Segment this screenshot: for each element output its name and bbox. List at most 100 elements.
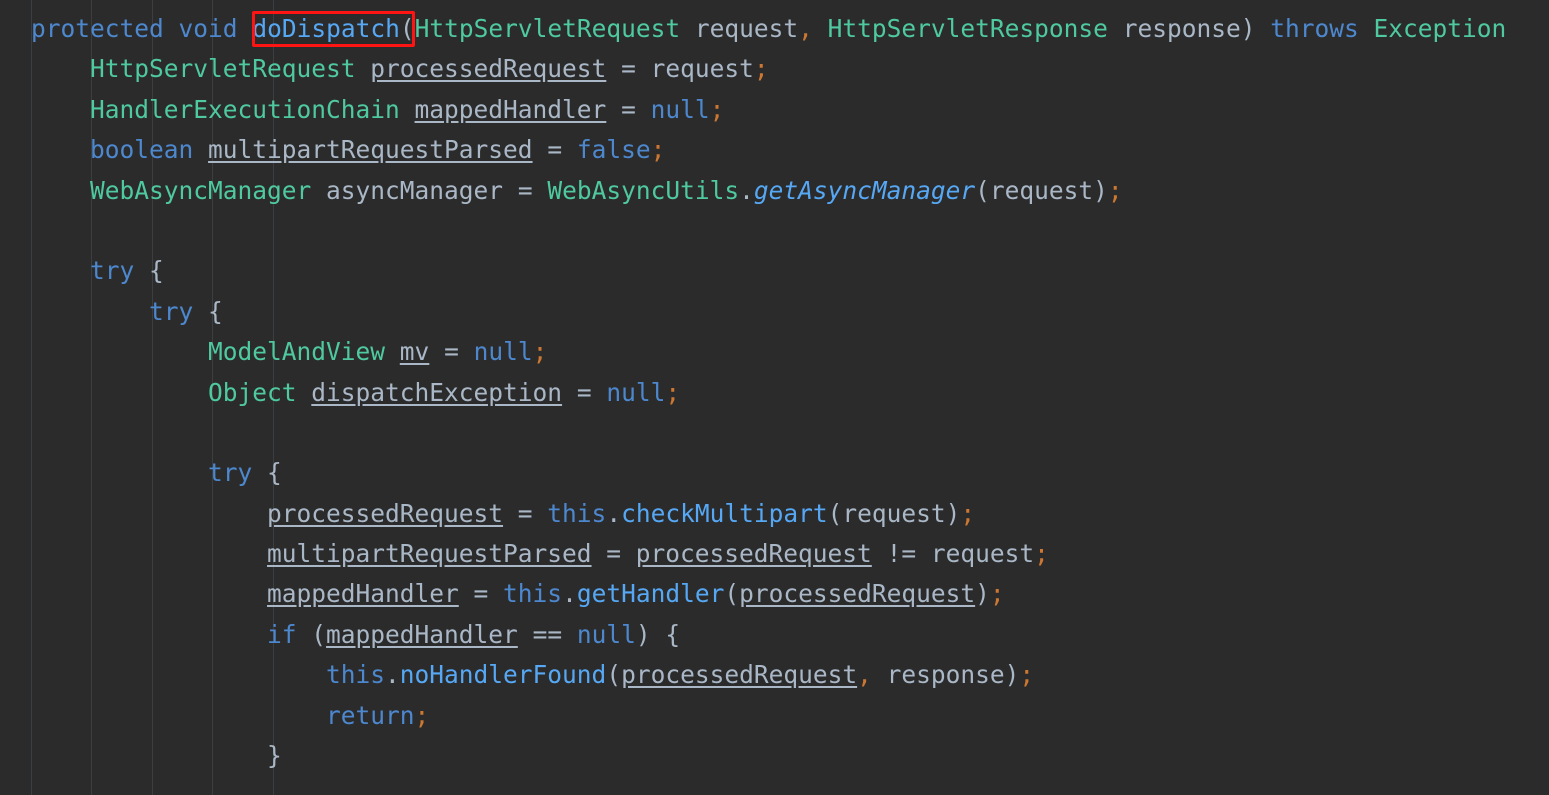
code-token: ModelAndView <box>208 337 386 367</box>
code-token: try <box>208 458 253 488</box>
code-token: ( <box>399 14 415 43</box>
code-line[interactable]: return; <box>31 696 1549 736</box>
code-text-area[interactable]: protected void doDispatch(HttpServletReq… <box>0 0 1549 776</box>
code-token: try <box>149 296 194 326</box>
code-line[interactable]: boolean multipartRequestParsed = false; <box>31 130 1549 170</box>
code-line[interactable]: mappedHandler = this.getHandler(processe… <box>31 574 1549 614</box>
code-line[interactable] <box>31 413 1549 453</box>
code-token: try <box>90 256 135 286</box>
code-token: { <box>665 619 681 649</box>
code-token: getHandler <box>576 579 725 609</box>
code-token: request <box>989 175 1094 205</box>
code-token: . <box>606 498 622 528</box>
code-token: ; <box>650 135 666 165</box>
code-token: processedRequest <box>739 579 976 609</box>
code-token: HttpServletResponse <box>827 14 1108 43</box>
code-token: ) <box>635 619 666 649</box>
code-token: , <box>857 660 872 690</box>
code-line[interactable]: multipartRequestParsed = processedReques… <box>31 534 1549 574</box>
code-line[interactable]: ModelAndView mv = null; <box>31 332 1549 372</box>
code-line[interactable]: processedRequest = this.checkMultipart(r… <box>31 494 1549 534</box>
code-token: null <box>650 94 710 124</box>
code-token: protected <box>31 14 164 43</box>
code-token: = <box>503 498 548 528</box>
code-line[interactable]: this.noHandlerFound(processedRequest, re… <box>31 655 1549 695</box>
code-token: { <box>267 458 282 488</box>
code-token: } <box>267 741 282 771</box>
code-token: Object <box>208 377 297 407</box>
code-token: HttpServletRequest <box>414 14 681 43</box>
code-token: ; <box>709 94 725 124</box>
code-token: . <box>562 579 577 609</box>
code-token: = <box>591 539 636 569</box>
code-line[interactable]: try { <box>31 453 1549 493</box>
code-token: throws <box>1270 14 1359 43</box>
code-token: ( <box>827 498 843 528</box>
code-token: Exception <box>1373 14 1507 43</box>
code-token: noHandlerFound <box>399 660 607 690</box>
code-line[interactable]: HandlerExecutionChain mappedHandler = nu… <box>31 90 1549 130</box>
code-token: WebAsyncManager <box>90 175 312 205</box>
code-token: boolean <box>90 135 194 165</box>
code-line[interactable]: if (mappedHandler == null) { <box>31 615 1549 655</box>
code-token: if <box>267 619 297 649</box>
code-token: WebAsyncUtils <box>547 175 740 205</box>
code-line[interactable]: Object dispatchException = null; <box>31 373 1549 413</box>
code-token: null <box>473 337 533 367</box>
code-token: ; <box>1019 660 1035 690</box>
code-token: ; <box>1107 175 1123 205</box>
code-token: this <box>547 498 607 528</box>
code-line[interactable]: protected void doDispatch(HttpServletReq… <box>31 9 1549 49</box>
code-token: ) <box>1004 660 1020 690</box>
code-token: = <box>458 579 504 609</box>
code-token: ; <box>960 498 976 528</box>
code-token: != <box>871 539 931 569</box>
code-token: HttpServletRequest <box>90 54 356 84</box>
code-token: HandlerExecutionChain <box>90 94 400 124</box>
code-token: mappedHandler <box>414 94 607 124</box>
code-line[interactable] <box>31 211 1549 251</box>
code-line[interactable]: HttpServletRequest processedRequest = re… <box>31 49 1549 89</box>
code-line[interactable]: } <box>31 736 1549 776</box>
code-token: request <box>650 54 754 84</box>
code-token: = <box>606 94 651 124</box>
code-token: return <box>326 700 415 730</box>
code-line[interactable]: try { <box>31 251 1549 291</box>
code-token: processedRequest <box>635 539 872 569</box>
code-token: void <box>178 14 238 43</box>
code-token: ) <box>975 579 990 609</box>
code-token: mappedHandler <box>326 619 518 649</box>
code-token: this <box>503 579 563 609</box>
code-token: dispatchException <box>311 377 563 407</box>
code-token: multipartRequestParsed <box>208 135 533 165</box>
code-line[interactable]: try { <box>31 292 1549 332</box>
code-token: ) <box>1093 175 1108 205</box>
code-token: ( <box>975 175 990 205</box>
code-editor-viewport[interactable]: protected void doDispatch(HttpServletReq… <box>0 0 1549 795</box>
code-token: response <box>886 660 1005 690</box>
code-line[interactable]: WebAsyncManager asyncManager = WebAsyncU… <box>31 171 1549 211</box>
code-token: this <box>326 660 386 690</box>
code-token: = <box>562 377 607 407</box>
code-token: processedRequest <box>621 660 858 690</box>
code-token: processedRequest <box>370 54 607 84</box>
code-token: mappedHandler <box>267 579 459 609</box>
